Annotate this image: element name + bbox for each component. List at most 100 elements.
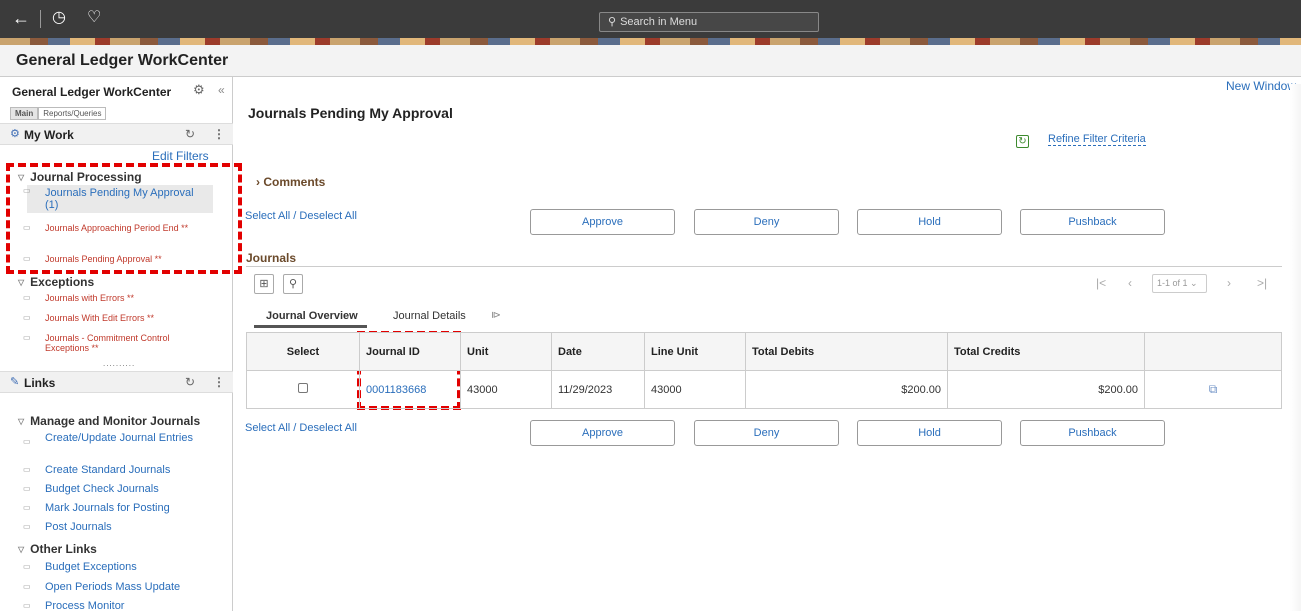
journal-id-link[interactable]: 0001183668 [359,370,461,409]
link-mark-journals-for-posting[interactable]: ▭ Mark Journals for Posting [23,502,170,514]
more-options-icon[interactable]: ⋮ [213,127,225,141]
links-header: ✎ Links ↻ ⋮ [0,371,233,393]
page-icon: ▭ [23,437,31,446]
menu-item-commitment-control-exceptions[interactable]: ▭ Journals - Commitment Control Exceptio… [23,333,192,353]
workcenter-panel: General Ledger WorkCenter ⚙ « Main Report… [0,77,233,611]
last-page-icon[interactable]: >| [1257,276,1267,290]
page-icon: ▭ [23,522,31,531]
my-work-header: ⚙ My Work ↻ ⋮ [0,123,233,145]
clock-icon[interactable]: ◷ [52,8,66,28]
line-unit-cell: 43000 [644,370,746,409]
page-icon: ▭ [23,582,31,591]
heart-icon[interactable]: ♡ [87,8,101,28]
journals-grid: Select Journal ID Unit Date Line Unit To… [246,332,1282,409]
table-row: 0001183668 43000 11/29/2023 43000 $200.0… [246,370,1282,409]
page-icon: ▭ [23,484,31,493]
column-header-unit: Unit [460,332,552,371]
tab-journal-overview[interactable]: Journal Overview [266,310,358,322]
total-credits-cell: $200.00 [947,370,1145,409]
top-navigation-bar: ← ◷ ♡ ⚲ Search in Menu [0,0,1301,38]
column-header-date: Date [551,332,645,371]
link-open-periods-mass-update[interactable]: ▭ Open Periods Mass Update [23,581,180,593]
chevron-right-icon: › [256,175,260,189]
workcenter-title: General Ledger WorkCenter [12,85,172,99]
approve-button-bottom[interactable]: Approve [530,420,675,446]
page-icon: ▭ [23,562,31,571]
menu-item-journals-with-edit-errors[interactable]: ▭ Journals With Edit Errors ** [23,313,154,323]
page-icon: ▭ [23,333,31,342]
gear-icon[interactable]: ⚙ [193,82,205,98]
deny-button[interactable]: Deny [694,209,839,235]
column-header-total-credits: Total Credits [947,332,1145,371]
column-header-detail [1144,332,1282,371]
group-manage-monitor-journals[interactable]: ▽ Manage and Monitor Journals [18,414,200,428]
row-select-checkbox[interactable] [298,383,308,393]
my-work-icon: ⚙ [10,128,20,140]
group-other-links[interactable]: ▽ Other Links [18,542,97,556]
group-exceptions[interactable]: ▽ Exceptions [18,275,94,289]
previous-page-icon[interactable]: ‹ [1128,276,1132,290]
page-icon: ▭ [23,601,31,610]
menu-item-journals-with-errors[interactable]: ▭ Journals with Errors ** [23,293,134,303]
new-window-link[interactable]: New Window [1226,79,1296,93]
search-icon[interactable]: ⚲ [283,274,303,294]
hold-button[interactable]: Hold [857,209,1002,235]
link-post-journals[interactable]: ▭ Post Journals [23,521,112,533]
select-all-deselect-all-link[interactable]: Select All / Deselect All [245,210,357,222]
date-cell: 11/29/2023 [551,370,645,409]
refine-filter-criteria-link[interactable]: Refine Filter Criteria [1048,133,1146,146]
page-icon: ▭ [23,465,31,474]
total-debits-cell: $200.00 [745,370,948,409]
workcenter-tabs: Main Reports/Queries [10,105,107,120]
link-create-standard-journals[interactable]: ▭ Create Standard Journals [23,464,170,476]
approve-button[interactable]: Approve [530,209,675,235]
refresh-icon[interactable]: ↻ [1016,135,1029,148]
page-range-select[interactable]: 1-1 of 1 ⌄ [1152,274,1207,293]
link-process-monitor[interactable]: ▭ Process Monitor [23,600,124,611]
page-icon: ▭ [23,503,31,512]
edit-filters-link[interactable]: Edit Filters [152,149,209,163]
select-all-deselect-all-link-bottom[interactable]: Select All / Deselect All [245,422,357,434]
refresh-icon[interactable]: ↻ [185,375,195,389]
unit-cell: 43000 [460,370,552,409]
page-icon: ▭ [23,313,31,322]
active-tab-indicator [254,325,367,328]
back-arrow-icon[interactable]: ← [12,8,30,28]
search-icon: ⚲ [608,16,617,28]
journals-section-header: Journals [246,251,297,265]
annotation-highlight-journal-processing [6,163,242,274]
resize-handle[interactable]: .......... [103,359,135,368]
next-page-icon[interactable]: › [1227,276,1231,290]
page-header: General Ledger WorkCenter [0,45,1301,77]
comments-section-toggle[interactable]: › Comments [256,175,325,189]
collapse-triangle-icon: ▽ [18,545,25,554]
scrollbar-gutter [1290,84,1301,611]
related-content-icon[interactable]: ⧉ [1209,382,1218,396]
grid-header-row: Select Journal ID Unit Date Line Unit To… [246,332,1282,371]
deny-button-bottom[interactable]: Deny [694,420,839,446]
divider [246,266,1282,267]
detail-cell: ⧉ [1144,370,1282,409]
tab-journal-details[interactable]: Journal Details [393,310,466,322]
column-header-line-unit: Line Unit [644,332,746,371]
refresh-icon[interactable]: ↻ [185,127,195,141]
links-title: Links [24,376,56,390]
tab-main[interactable]: Main [10,107,39,120]
link-budget-exceptions[interactable]: ▭ Budget Exceptions [23,561,137,573]
tab-reports-queries[interactable]: Reports/Queries [38,107,107,120]
search-menu-input[interactable]: ⚲ Search in Menu [599,12,819,32]
pushback-button[interactable]: Pushback [1020,209,1165,235]
collapse-icon[interactable]: « [218,83,225,97]
link-budget-check-journals[interactable]: ▭ Budget Check Journals [23,483,159,495]
column-header-select: Select [246,332,360,371]
hold-button-bottom[interactable]: Hold [857,420,1002,446]
pushback-button-bottom[interactable]: Pushback [1020,420,1165,446]
show-all-columns-icon[interactable]: ⧐ [491,310,501,321]
link-create-update-journal-entries[interactable]: ▭ Create/Update Journal Entries [23,432,197,446]
personalize-grid-icon[interactable]: ⊞ [254,274,274,294]
collapse-triangle-icon: ▽ [18,417,25,426]
select-cell [246,370,360,409]
collapse-triangle-icon: ▽ [18,278,25,287]
first-page-icon[interactable]: |< [1096,276,1106,290]
more-options-icon[interactable]: ⋮ [213,375,225,389]
